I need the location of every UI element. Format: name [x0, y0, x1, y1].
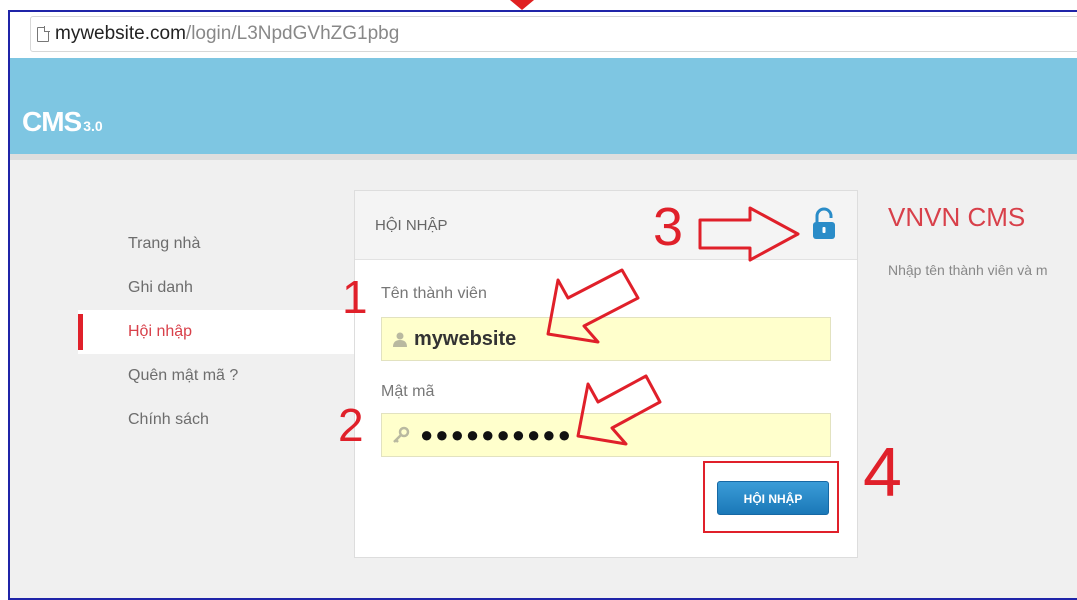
- browser-window: mywebsite.com/login/L3NpdGVhZG1pbg CMS 3.…: [8, 10, 1077, 600]
- annotation-arrows: [546, 206, 800, 446]
- arrow-to-lock: [698, 206, 800, 262]
- arrow-to-username: [546, 268, 640, 344]
- red-arrow-marker: [510, 0, 534, 10]
- arrow-to-password: [576, 374, 662, 446]
